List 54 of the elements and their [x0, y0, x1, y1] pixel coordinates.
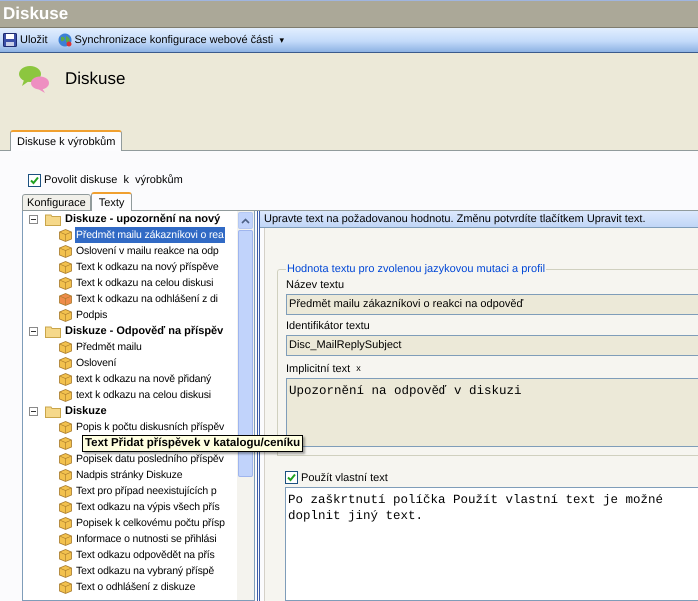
- tree-item[interactable]: Informace o nutnosti se přihlási: [75, 531, 218, 547]
- window-title: Diskuse: [3, 4, 68, 24]
- field-label: Implicitní text: [286, 363, 350, 375]
- collapse-icon[interactable]: [29, 326, 38, 336]
- tree-item[interactable]: Popisek k celkovému počtu přísp: [75, 515, 226, 531]
- toolbar-button[interactable]: Synchronizace konfigurace webové části ▾: [56, 31, 286, 49]
- tree-item[interactable]: text k odkazu na celou diskusi: [75, 387, 212, 403]
- tree-item[interactable]: text k odkazu na nově přidaný: [75, 371, 212, 387]
- tree-item[interactable]: Předmět mailu zákazníkovi o rea: [75, 227, 225, 243]
- collapse-icon[interactable]: [29, 406, 38, 416]
- folder-icon: [45, 324, 61, 338]
- checkbox[interactable]: [28, 174, 41, 186]
- text-field[interactable]: Předmět mailu zákazníkovi o reakci na odpověď: [286, 294, 698, 315]
- tooltip: Text Přidat příspěvek v katalogu/ceníku: [82, 435, 304, 452]
- collapse-icon[interactable]: [29, 214, 38, 224]
- tree-group[interactable]: Diskuze - upozornění na nový: [65, 213, 220, 225]
- tree-item[interactable]: Text o odhlášení z diskuze: [75, 579, 196, 595]
- save-icon: [3, 33, 17, 47]
- tab[interactable]: Diskuse k výrobkům: [10, 130, 122, 151]
- tree-item[interactable]: Oslovení: [75, 355, 118, 371]
- tree-item[interactable]: Text k odkazu na nový příspěve: [75, 259, 220, 275]
- tree-item[interactable]: Text odkazu na vybraný příspě: [75, 563, 216, 579]
- field-label: Identifikátor textu: [286, 320, 371, 332]
- checkbox-label[interactable]: Použít vlastní text: [301, 472, 388, 484]
- tree-group[interactable]: Diskuze: [65, 405, 107, 417]
- tree-group[interactable]: Diskuze - Odpověď na příspěv: [65, 325, 224, 337]
- scroll-up-icon[interactable]: [241, 218, 250, 224]
- hint-bar: Upravte text na požadovanou hodnotu. Změnu potvrdíte tlačítkem Upravit text.: [260, 211, 698, 228]
- checkbox-label[interactable]: Povolit diskuse k výrobkům: [44, 174, 183, 186]
- tree-item[interactable]: Podpis: [75, 307, 108, 323]
- tree-item[interactable]: Text odkazu odpovědět na přís: [75, 547, 216, 563]
- globe-icon: [58, 33, 72, 47]
- text-field[interactable]: Disc_MailReplySubject: [286, 335, 698, 356]
- checkbox[interactable]: [285, 471, 298, 484]
- chat-bubbles-icon: [18, 63, 50, 95]
- tab[interactable]: Konfigurace: [22, 194, 91, 210]
- tree-item[interactable]: Text odkazu na výpis všech přís: [75, 499, 221, 515]
- tree-item[interactable]: Text k odkazu na odhlášení z di: [75, 291, 219, 307]
- tree-item[interactable]: Text k odkazu na celou diskusi: [75, 275, 214, 291]
- page-title: Diskuse: [65, 69, 126, 89]
- tree-item[interactable]: Popisek datu posledního příspěv: [75, 451, 225, 467]
- field-label: Název textu: [286, 279, 346, 291]
- tree-item[interactable]: Text pro případ neexistujících p: [75, 483, 218, 499]
- mark-text: x: [356, 363, 361, 375]
- tree-item[interactable]: Nadpis stránky Diskuze: [75, 467, 184, 483]
- toolbar-button[interactable]: Uložit: [1, 31, 50, 49]
- text-area[interactable]: Po zaškrtnutí políčka Použít vlastní text je možné doplnit jiný text.: [285, 487, 698, 601]
- tree-item[interactable]: Předmět mailu: [75, 339, 143, 355]
- tree-item[interactable]: Oslovení v mailu reakce na odp: [75, 243, 220, 259]
- tree-item[interactable]: Popis k počtu diskusních příspěv: [75, 419, 226, 435]
- folder-icon: [45, 212, 61, 226]
- folder-icon: [45, 404, 61, 418]
- tab[interactable]: Texty: [90, 192, 132, 211]
- group-title: Hodnota textu pro zvolenou jazykovou mutaci a profil: [286, 263, 546, 275]
